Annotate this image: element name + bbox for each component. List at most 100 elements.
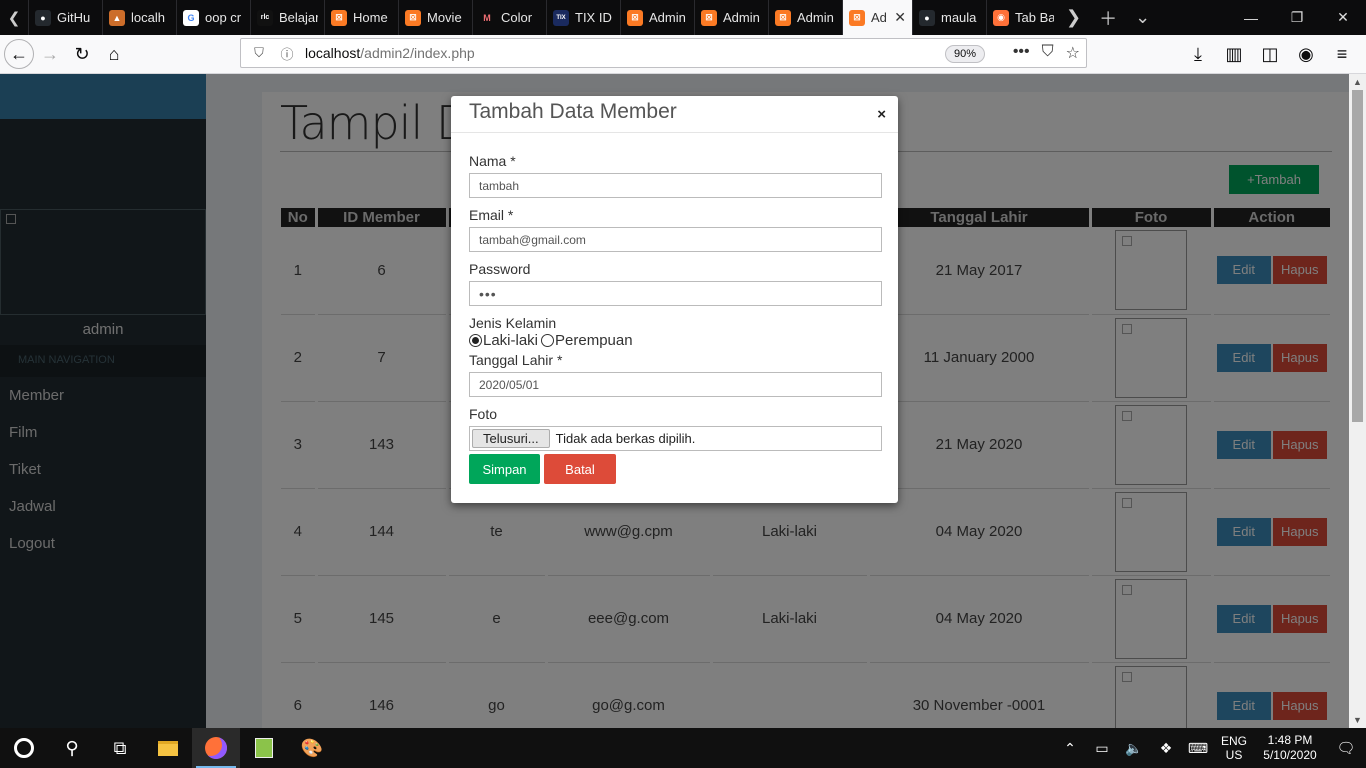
- back-icon[interactable]: ←: [4, 39, 34, 69]
- url-host: localhost: [305, 45, 361, 61]
- shield-icon[interactable]: ⛉: [249, 45, 269, 61]
- xampp-icon: ▲: [109, 9, 125, 26]
- codepolitan-icon: rlc: [257, 9, 273, 26]
- tixid-icon: TIX: [553, 9, 569, 26]
- volume-icon[interactable]: 🔈: [1118, 740, 1150, 757]
- keyboard-icon[interactable]: ⌨: [1182, 740, 1214, 757]
- scroll-up-icon[interactable]: ▲: [1349, 74, 1366, 90]
- task-view-icon[interactable]: ⧉: [96, 728, 144, 768]
- browse-button[interactable]: Telusuri...: [472, 429, 550, 448]
- browser-tab[interactable]: ⊠ Movie: [398, 0, 472, 35]
- restore-icon[interactable]: ❐: [1274, 0, 1320, 35]
- jk-radio-group: Laki-laki Perempuan: [469, 332, 882, 349]
- new-tab-icon[interactable]: ＋: [1099, 5, 1117, 31]
- library-icon[interactable]: ▥: [1218, 38, 1250, 70]
- reload-icon[interactable]: ↻: [66, 38, 98, 70]
- close-icon[interactable]: ×: [877, 106, 886, 123]
- close-window-icon[interactable]: ✕: [1320, 0, 1366, 35]
- close-tab-icon[interactable]: ✕: [894, 9, 906, 26]
- google-icon: G: [183, 9, 199, 26]
- browser-tab[interactable]: rlc Belajar: [250, 0, 324, 35]
- xampp-icon: ⊠: [405, 9, 421, 26]
- browser-navbar: ← → ↻ ⌂ ⛉ ⓘ localhost/admin2/index.php 9…: [0, 35, 1366, 74]
- system-tray: ⌃ ▭ 🔈 ❖ ⌨ ENG US 1:48 PM 5/10/2020 🗨: [1054, 728, 1366, 768]
- tab-scroll-left-icon[interactable]: ❮: [0, 0, 28, 35]
- jk-label: Jenis Kelamin: [469, 315, 557, 331]
- scroll-thumb[interactable]: [1352, 90, 1363, 422]
- tgl-label: Tanggal Lahir *: [469, 352, 563, 368]
- browser-tab[interactable]: ◉ Tab Ba: [986, 0, 1060, 35]
- pocket-icon[interactable]: ⛉: [1042, 43, 1054, 63]
- cancel-button[interactable]: Batal: [544, 454, 616, 484]
- radio-laki-laki-label: Laki-laki: [483, 332, 539, 349]
- firefox-icon: ◉: [993, 9, 1009, 26]
- github-icon: ●: [35, 9, 51, 26]
- clock[interactable]: 1:48 PM 5/10/2020: [1254, 733, 1326, 763]
- tanggal-lahir-field[interactable]: 2020/05/01: [469, 372, 882, 397]
- browser-tab[interactable]: Goop cr: [176, 0, 250, 35]
- notification-icon[interactable]: 🗨: [1326, 739, 1366, 757]
- tab-controls: ❯ ＋ ⌄: [1066, 0, 1150, 35]
- foto-label: Foto: [469, 406, 498, 422]
- browser-tab[interactable]: TIX TIX ID: [546, 0, 620, 35]
- xampp-icon: ⊠: [849, 9, 865, 26]
- modal-body: Nama * tambah Email * tambah@gmail.com P…: [469, 153, 882, 460]
- menu-hamburger-icon[interactable]: ≡: [1326, 38, 1358, 70]
- modal-title: Tambah Data Member: [469, 100, 677, 123]
- minimize-icon[interactable]: —: [1228, 0, 1274, 35]
- paint-icon[interactable]: 🎨: [288, 728, 336, 768]
- bookmark-star-icon[interactable]: ☆: [1066, 43, 1080, 63]
- windows-taskbar: ⚲ ⧉ 🎨 ⌃ ▭ 🔈 ❖ ⌨ ENG US 1:48 PM 5/10/2020 🗨: [0, 728, 1366, 768]
- download-icon[interactable]: ⤓: [1182, 38, 1214, 70]
- password-field[interactable]: •••: [469, 281, 882, 306]
- email-field[interactable]: tambah@gmail.com: [469, 227, 882, 252]
- github-icon: ●: [919, 9, 935, 26]
- foto-file-input[interactable]: Telusuri... Tidak ada berkas dipilih.: [469, 426, 882, 451]
- window-controls: — ❐ ✕: [1228, 0, 1366, 35]
- browser-tab[interactable]: ● maula: [912, 0, 986, 35]
- forward-icon[interactable]: →: [34, 38, 66, 70]
- browser-tab[interactable]: ⊠ Admin: [768, 0, 842, 35]
- info-icon[interactable]: ⓘ: [277, 44, 297, 63]
- browser-tab-active[interactable]: ⊠ Ad ✕: [842, 0, 912, 35]
- tab-list-chevron-icon[interactable]: ⌄: [1135, 7, 1150, 28]
- dropbox-icon[interactable]: ❖: [1150, 740, 1182, 757]
- zoom-badge[interactable]: 90%: [945, 45, 986, 63]
- cortana-icon[interactable]: [0, 728, 48, 768]
- modal-header: Tambah Data Member ×: [451, 96, 898, 133]
- add-member-modal: Tambah Data Member × Nama * tambah Email…: [451, 96, 898, 503]
- browser-tab[interactable]: M Color: [472, 0, 546, 35]
- browser-tab[interactable]: ⊠ Admin: [620, 0, 694, 35]
- browser-tab[interactable]: ▲ localh: [102, 0, 176, 35]
- battery-icon[interactable]: ▭: [1086, 740, 1118, 757]
- email-label: Email *: [469, 207, 514, 223]
- firefox-taskbar-icon[interactable]: [192, 728, 240, 768]
- scroll-down-icon[interactable]: ▼: [1349, 712, 1366, 728]
- xampp-icon: ⊠: [331, 9, 347, 26]
- file-explorer-icon[interactable]: [144, 728, 192, 768]
- notepad-plus-plus-icon[interactable]: [240, 728, 288, 768]
- home-icon[interactable]: ⌂: [98, 38, 130, 70]
- browser-tab-bar: ❮ ● GitHu ▲ localh Goop cr rlc Belajar ⊠ Hom…: [0, 0, 1366, 35]
- xampp-icon: ⊠: [775, 9, 791, 26]
- file-status: Tidak ada berkas dipilih.: [555, 431, 696, 446]
- sidebar-toggle-icon[interactable]: ◫: [1254, 38, 1286, 70]
- tray-chevron-up-icon[interactable]: ⌃: [1054, 740, 1086, 757]
- save-button[interactable]: Simpan: [469, 454, 540, 484]
- browser-tab[interactable]: ⊠ Admin: [694, 0, 768, 35]
- radio-laki-laki[interactable]: [469, 334, 482, 347]
- browser-tab[interactable]: ⊠ Home: [324, 0, 398, 35]
- page-actions-icon[interactable]: •••: [1013, 43, 1030, 63]
- materialize-icon: M: [483, 12, 491, 23]
- xampp-icon: ⊠: [627, 9, 643, 26]
- tab-scroll-right-icon[interactable]: ❯: [1066, 7, 1081, 28]
- nama-label: Nama *: [469, 153, 516, 169]
- nama-field[interactable]: tambah: [469, 173, 882, 198]
- account-icon[interactable]: ◉: [1290, 38, 1322, 70]
- page-scrollbar[interactable]: ▲ ▼: [1349, 74, 1366, 728]
- radio-perempuan[interactable]: [541, 334, 555, 347]
- url-bar[interactable]: ⛉ ⓘ localhost/admin2/index.php 90% ••• ⛉…: [240, 38, 1087, 68]
- language-indicator[interactable]: ENG US: [1214, 734, 1254, 762]
- search-icon[interactable]: ⚲: [48, 728, 96, 768]
- browser-tab[interactable]: ● GitHu: [28, 0, 102, 35]
